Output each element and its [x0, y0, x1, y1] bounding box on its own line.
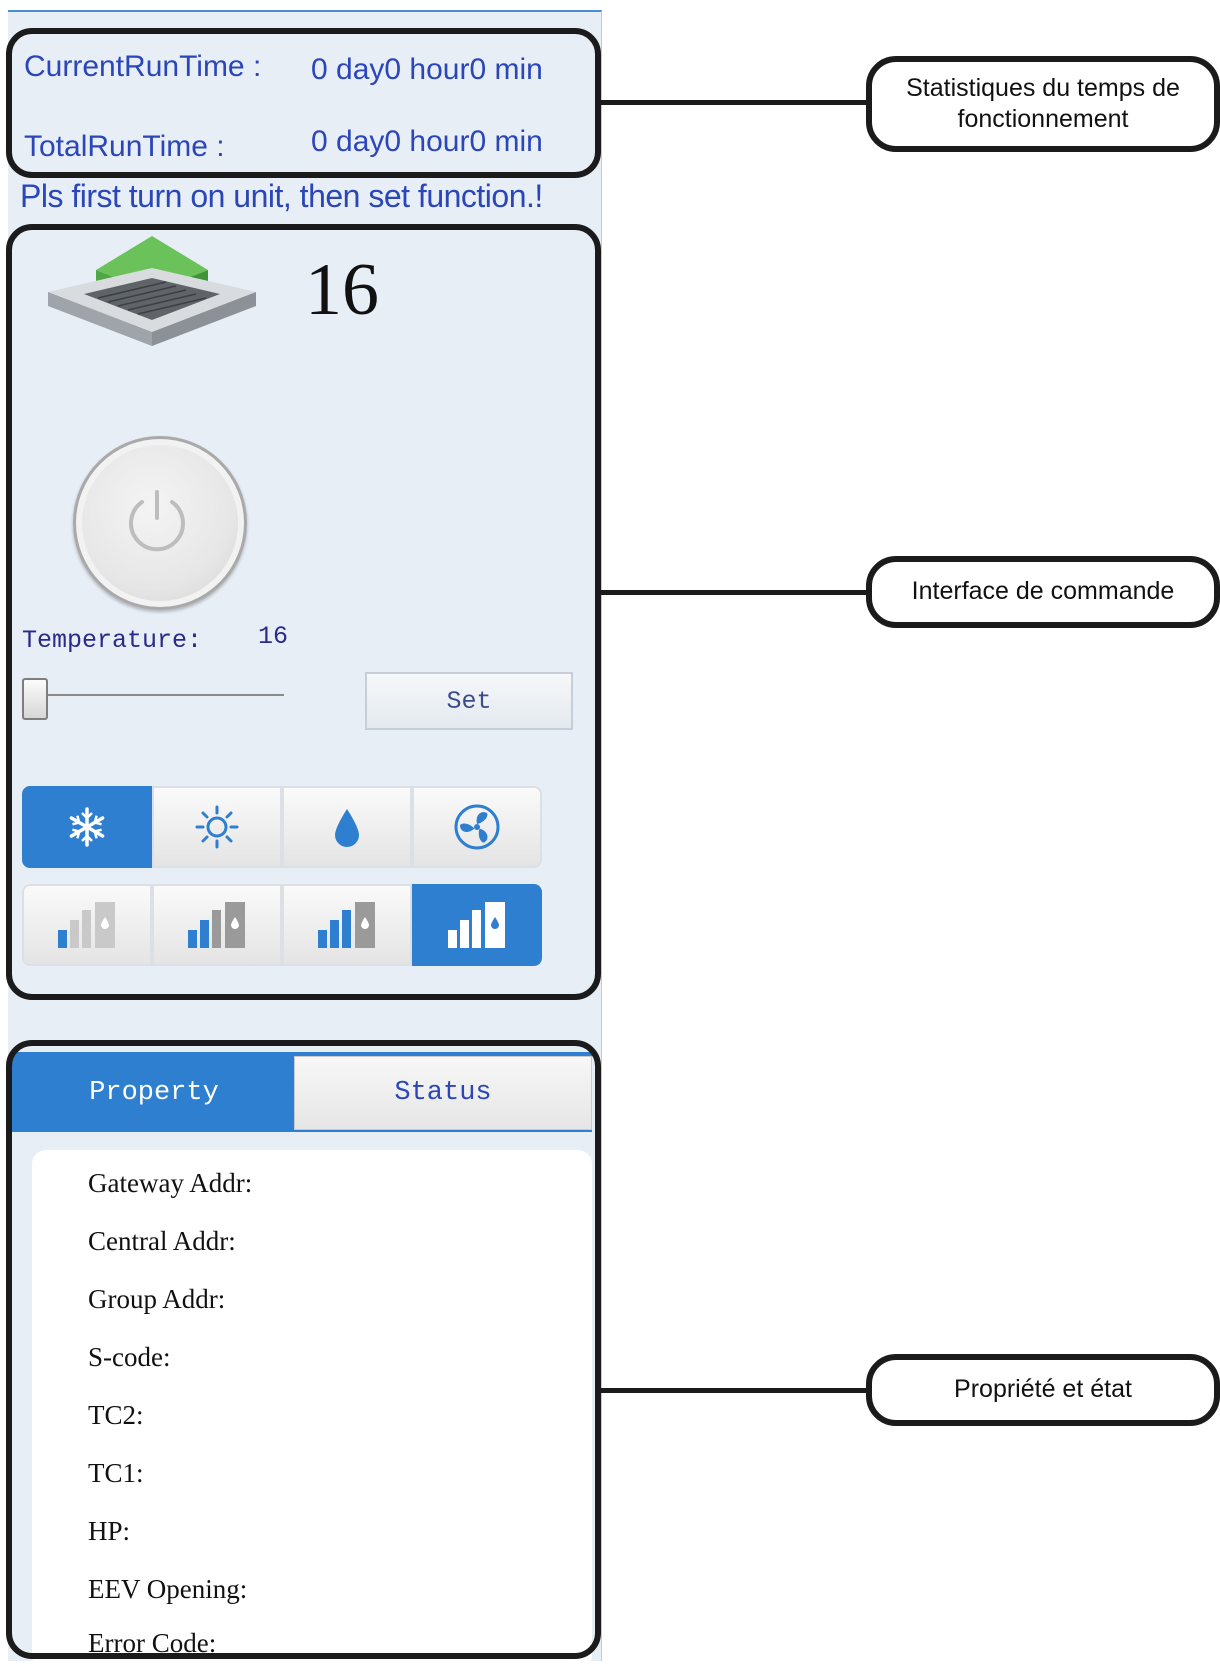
property-connector [601, 1388, 868, 1393]
control-frame [6, 224, 601, 1000]
property-callout: Propriété et état [866, 1354, 1220, 1426]
property-frame [6, 1040, 601, 1659]
notice-text: Pls first turn on unit, then set functio… [20, 178, 543, 214]
control-connector [601, 590, 868, 595]
runtime-connector [601, 100, 868, 105]
control-callout: Interface de commande [866, 556, 1220, 628]
runtime-frame [6, 28, 601, 178]
runtime-callout: Statistiques du temps de fonctionnement [866, 56, 1220, 152]
